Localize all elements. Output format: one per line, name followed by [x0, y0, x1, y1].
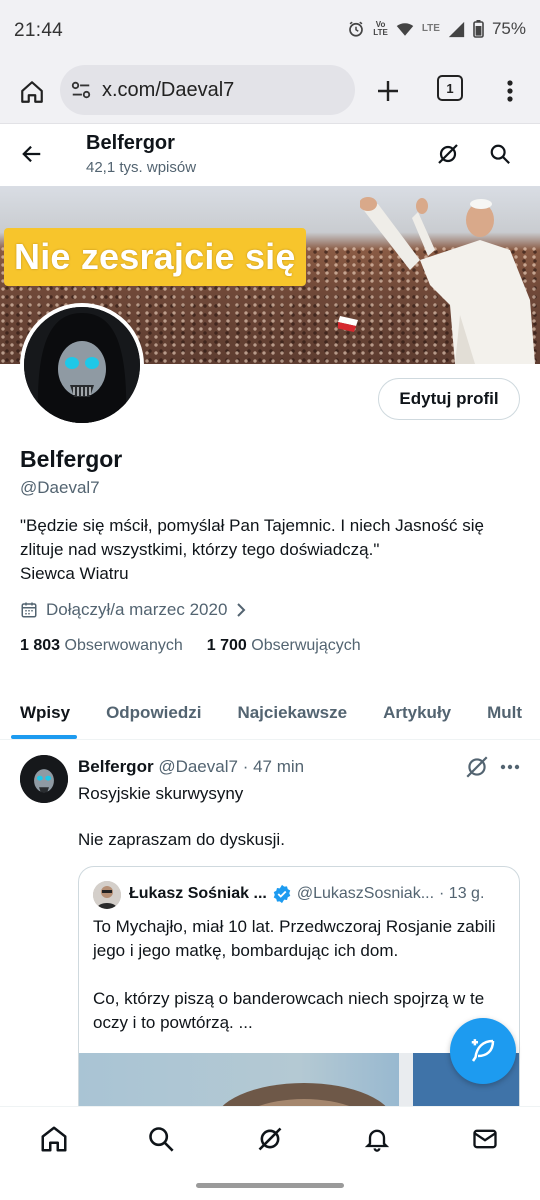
profile-joined[interactable]: Dołączył/a marzec 2020	[20, 600, 247, 620]
banner-flag	[338, 316, 358, 332]
status-bar: 21:44 Vo LTE LTE 75%	[0, 0, 540, 62]
lte-label: LTE	[421, 23, 440, 34]
verified-badge-icon	[273, 884, 291, 904]
quote-handle: @LukaszSosniak...	[296, 885, 435, 902]
browser-toolbar: x.com/Daeval7 1	[0, 62, 540, 124]
edit-profile-button[interactable]: Edytuj profil	[378, 378, 520, 420]
browser-menu-button[interactable]	[498, 75, 522, 107]
search-icon	[490, 144, 510, 164]
banner-caption: Nie zesrajcie się	[4, 228, 306, 286]
back-arrow-icon	[22, 145, 41, 163]
avatar-image	[24, 307, 140, 423]
compose-post-button[interactable]	[450, 1018, 516, 1084]
grok-icon	[438, 144, 458, 164]
alarm-icon	[349, 21, 364, 37]
post-header: Belfergor @Daeval7 · 47 min	[78, 757, 304, 777]
more-vertical-icon	[507, 80, 513, 102]
post-avatar-image	[20, 755, 68, 803]
browser-home-button[interactable]	[14, 74, 50, 110]
url-bar[interactable]: x.com/Daeval7	[60, 65, 355, 115]
notifications-icon	[364, 1129, 390, 1152]
banner-figure	[360, 197, 535, 364]
tab-media[interactable]: Mult	[469, 686, 540, 739]
profile-name: Belfergor	[20, 446, 123, 472]
search-icon	[149, 1127, 174, 1152]
calendar-icon	[21, 602, 37, 618]
followers-count: 1 700	[206, 637, 247, 654]
profile-avatar[interactable]	[20, 303, 144, 427]
more-horizontal-icon	[500, 764, 520, 770]
post-grok-icon[interactable]	[464, 754, 490, 780]
followers-link[interactable]: 1 700 Obserwujących	[207, 637, 361, 655]
home-icon	[21, 81, 43, 103]
quote-avatar	[93, 881, 121, 909]
profile-bio: "Będzie się mścił, pomyślał Pan Tajemnic…	[20, 516, 484, 583]
following-count: 1 803	[20, 637, 61, 654]
profile-handle: @Daeval7	[20, 478, 100, 497]
quote-avatar-image	[93, 881, 121, 909]
compose-feather-icon	[471, 1039, 495, 1062]
tab-replies[interactable]: Odpowiedzi	[88, 686, 219, 739]
tab-switcher-button[interactable]: 1	[437, 75, 463, 101]
back-button[interactable]	[16, 138, 48, 170]
bottom-navigation	[0, 1106, 540, 1200]
chevron-right-icon	[237, 603, 246, 617]
post-handle[interactable]: @Daeval7	[158, 757, 238, 776]
header-search-button[interactable]	[484, 138, 516, 170]
nav-notifications[interactable]	[361, 1123, 393, 1155]
post-author[interactable]: Belfergor	[78, 757, 154, 776]
nav-home[interactable]	[38, 1123, 70, 1155]
quote-author: Łukasz Sośniak ...	[129, 885, 267, 902]
quoted-post[interactable]: Łukasz Sośniak ... @LukaszSosniak... · 1…	[78, 866, 520, 1126]
url-text[interactable]: x.com/Daeval7	[102, 79, 234, 102]
tab-articles[interactable]: Artykuły	[365, 686, 469, 739]
status-icons: Vo LTE LTE 75%	[347, 19, 526, 39]
quote-time: · 13 g.	[439, 885, 485, 902]
nav-search[interactable]	[145, 1123, 177, 1155]
profile-header: Belfergor 42,1 tys. wpisów	[0, 124, 540, 186]
profile-tabs: Wpisy Odpowiedzi Najciekawsze Artykuły M…	[0, 686, 540, 740]
plus-icon	[378, 81, 398, 101]
status-time: 21:44	[14, 20, 64, 41]
tab-posts[interactable]: Wpisy	[0, 686, 88, 739]
battery-icon	[473, 20, 484, 38]
header-name: Belfergor	[86, 132, 175, 154]
home-icon	[41, 1126, 67, 1152]
battery-level: 75%	[491, 19, 526, 38]
gesture-bar[interactable]	[196, 1183, 344, 1188]
post-more-button[interactable]	[498, 755, 522, 779]
header-posts-count: 42,1 tys. wpisów	[86, 159, 197, 176]
nav-messages[interactable]	[469, 1123, 501, 1155]
following-link[interactable]: 1 803 Obserwowanych	[20, 637, 183, 655]
wifi-icon	[396, 23, 414, 36]
follow-stats: 1 803 Obserwowanych 1 700 Obserwujących	[20, 637, 361, 655]
nav-grok[interactable]	[254, 1123, 286, 1155]
messages-icon	[473, 1129, 497, 1149]
joined-text: Dołączył/a marzec 2020	[46, 600, 228, 619]
tab-highlights[interactable]: Najciekawsze	[219, 686, 365, 739]
post-time[interactable]: · 47 min	[243, 757, 304, 776]
quote-header: Łukasz Sośniak ... @LukaszSosniak... · 1…	[129, 884, 484, 904]
followers-label: Obserwujących	[251, 637, 361, 654]
volte-icon: Vo LTE	[373, 20, 388, 37]
grok-button[interactable]	[432, 138, 464, 170]
post-avatar[interactable]	[20, 755, 68, 803]
quote-text: To Mychajło, miał 10 lat. Przedwczoraj R…	[93, 917, 496, 1032]
post-text: Rosyjskie skurwysyny Nie zapraszam do dy…	[78, 784, 285, 849]
following-label: Obserwowanych	[64, 637, 183, 654]
signal-icon	[448, 21, 465, 37]
grok-icon	[258, 1127, 282, 1151]
new-tab-button[interactable]	[372, 75, 404, 107]
site-settings-icon[interactable]	[70, 79, 92, 101]
